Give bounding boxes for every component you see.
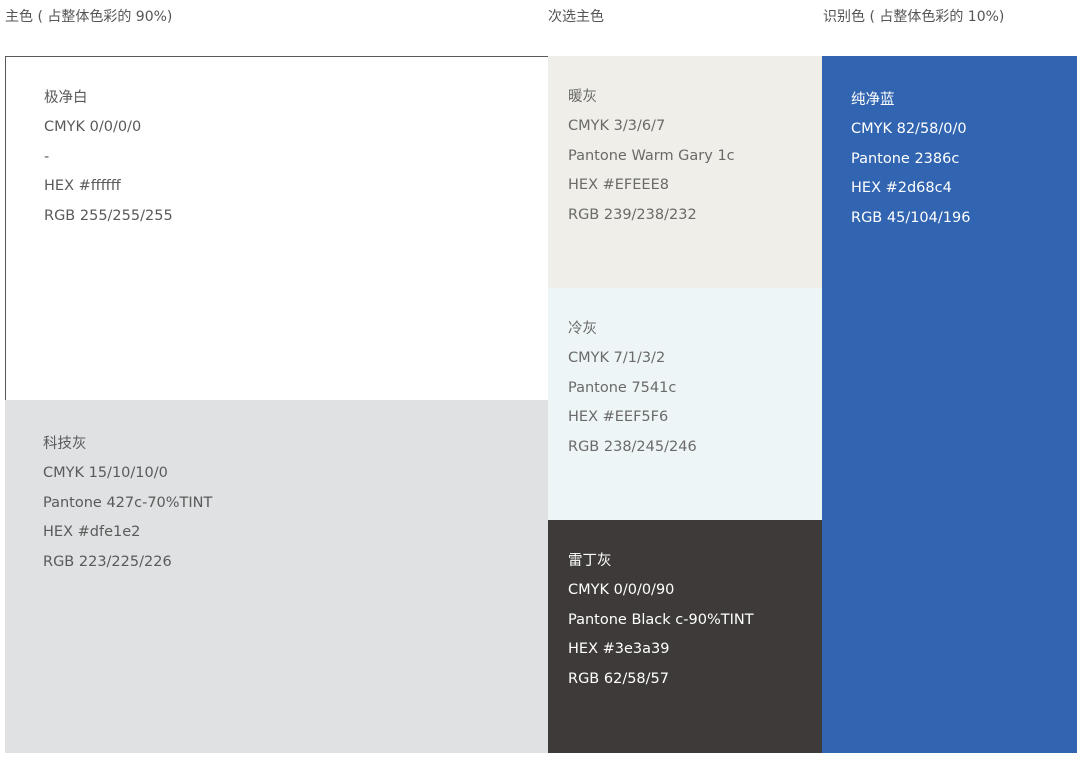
swatch-cmyk: CMYK 0/0/0/90 (568, 582, 675, 599)
swatch-hex: HEX #2d68c4 (851, 180, 952, 197)
swatch-pantone: Pantone Black c-90%TINT (568, 611, 754, 628)
swatch-rgb: RGB 239/238/232 (568, 206, 697, 223)
swatch-cool-gray-specs: 冷灰 CMYK 7/1/3/2 Pantone 7541c HEX #EEF5F… (568, 315, 697, 462)
swatch-rgb: RGB 45/104/196 (851, 209, 971, 226)
swatch-cool-gray: 冷灰 CMYK 7/1/3/2 Pantone 7541c HEX #EEF5F… (548, 288, 822, 520)
swatch-cmyk: CMYK 7/1/3/2 (568, 350, 666, 367)
swatch-pantone: Pantone 2386c (851, 150, 960, 167)
swatch-hex: HEX #EFEEE8 (568, 177, 669, 194)
identity-colors-header: 识别色 ( 占整体色彩的 10%) (823, 9, 1005, 25)
swatch-cmyk: CMYK 3/3/6/7 (568, 118, 666, 135)
swatch-cmyk: CMYK 0/0/0/0 (44, 119, 142, 136)
swatch-warm-gray-specs: 暖灰 CMYK 3/3/6/7 Pantone Warm Gary 1c HEX… (568, 83, 735, 230)
swatch-name: 暖灰 (568, 89, 597, 105)
swatch-name: 雷丁灰 (568, 553, 612, 569)
swatch-raiding-gray-specs: 雷丁灰 CMYK 0/0/0/90 Pantone Black c-90%TIN… (568, 547, 754, 694)
swatch-pantone: - (44, 148, 50, 165)
swatch-pure-blue-specs: 纯净蓝 CMYK 82/58/0/0 Pantone 2386c HEX #2d… (851, 86, 970, 233)
swatch-name: 冷灰 (568, 321, 597, 337)
swatch-rgb: RGB 62/58/57 (568, 670, 669, 687)
color-palette-canvas: 主色 ( 占整体色彩的 90%) 次选主色 识别色 ( 占整体色彩的 10%) … (0, 0, 1080, 760)
swatch-hex: HEX #dfe1e2 (43, 524, 141, 541)
swatch-pure-white-specs: 极净白 CMYK 0/0/0/0 - HEX #ffffff RGB 255/2… (44, 84, 173, 231)
swatch-name: 纯净蓝 (851, 92, 895, 108)
swatch-rgb: RGB 238/245/246 (568, 438, 697, 455)
swatch-pure-white: 极净白 CMYK 0/0/0/0 - HEX #ffffff RGB 255/2… (5, 56, 548, 400)
swatch-tech-gray: 科技灰 CMYK 15/10/10/0 Pantone 427c-70%TINT… (5, 400, 548, 753)
swatch-pantone: Pantone Warm Gary 1c (568, 147, 735, 164)
swatch-raiding-gray: 雷丁灰 CMYK 0/0/0/90 Pantone Black c-90%TIN… (548, 520, 822, 753)
swatch-hex: HEX #ffffff (44, 178, 121, 195)
swatch-name: 科技灰 (43, 436, 87, 452)
swatch-pure-blue: 纯净蓝 CMYK 82/58/0/0 Pantone 2386c HEX #2d… (822, 56, 1077, 753)
swatch-name: 极净白 (44, 90, 88, 106)
swatch-pantone: Pantone 427c-70%TINT (43, 494, 213, 511)
swatch-rgb: RGB 255/255/255 (44, 207, 173, 224)
swatch-hex: HEX #EEF5F6 (568, 409, 669, 426)
swatch-pantone: Pantone 7541c (568, 379, 677, 396)
secondary-colors-header: 次选主色 (548, 9, 604, 25)
swatch-cmyk: CMYK 82/58/0/0 (851, 121, 967, 138)
swatch-rgb: RGB 223/225/226 (43, 553, 172, 570)
swatch-warm-gray: 暖灰 CMYK 3/3/6/7 Pantone Warm Gary 1c HEX… (548, 56, 822, 288)
swatch-cmyk: CMYK 15/10/10/0 (43, 465, 168, 482)
primary-colors-header: 主色 ( 占整体色彩的 90%) (5, 9, 173, 25)
swatch-hex: HEX #3e3a39 (568, 641, 670, 658)
swatch-tech-gray-specs: 科技灰 CMYK 15/10/10/0 Pantone 427c-70%TINT… (43, 430, 212, 577)
